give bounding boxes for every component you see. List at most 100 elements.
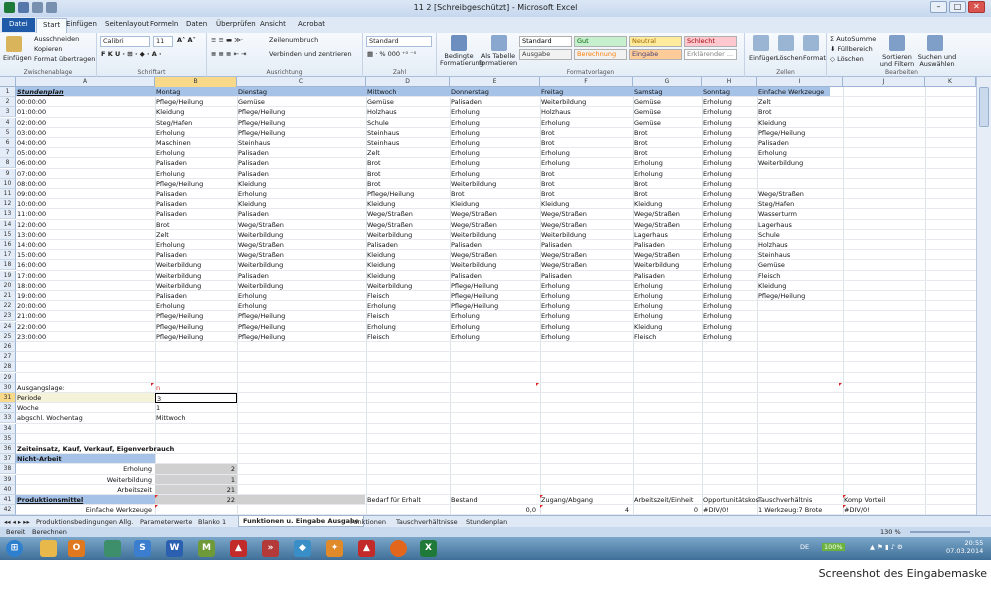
cell-B5[interactable]: Erholung — [155, 128, 237, 138]
cell-J41[interactable]: Komp Vorteil — [843, 495, 943, 505]
row-header-34[interactable]: 34 — [0, 423, 16, 434]
cell-D23[interactable]: Fleisch — [366, 311, 450, 321]
cell-A33[interactable]: abgschl. Wochentag — [16, 413, 155, 423]
cell-B10[interactable]: Pflege/Heilung — [155, 179, 237, 189]
cell-H14[interactable]: Erholung — [702, 220, 757, 230]
cell-G1[interactable]: Samstag — [633, 87, 702, 97]
cell-D8[interactable]: Brot — [366, 158, 450, 168]
cell-E13[interactable]: Wege/Straßen — [450, 209, 540, 219]
cell-B23[interactable]: Pflege/Heilung — [155, 311, 237, 321]
cell-B32[interactable]: 1 — [155, 403, 237, 413]
cell-D20[interactable]: Weiterbildung — [366, 281, 450, 291]
cell-D25[interactable]: Fleisch — [366, 332, 450, 342]
cell-B31[interactable]: 3 — [155, 393, 237, 403]
cell-D4[interactable]: Schule — [366, 118, 450, 128]
cell-E1[interactable]: Donnerstag — [450, 87, 540, 97]
cell-G2[interactable]: Gemüse — [633, 97, 702, 107]
cell-C5[interactable]: Pflege/Heilung — [237, 128, 366, 138]
cell-H8[interactable]: Erholung — [702, 158, 757, 168]
cell-A3[interactable]: 01:00:00 — [16, 107, 155, 117]
vertical-scrollbar[interactable] — [976, 77, 991, 515]
font-grow-icon[interactable]: A˄ A˅ — [177, 36, 196, 44]
column-header-I[interactable]: I — [757, 77, 843, 87]
format-button[interactable]: Format — [803, 54, 826, 62]
row-header-28[interactable]: 28 — [0, 362, 16, 373]
cell-H19[interactable]: Erholung — [702, 271, 757, 281]
column-header-A[interactable]: A — [16, 77, 155, 87]
cell-C15[interactable]: Weiterbildung — [237, 230, 366, 240]
row-header-6[interactable]: 6 — [0, 138, 16, 148]
row-header-26[interactable]: 26 — [0, 342, 16, 352]
cell-A40[interactable]: Arbeitszeit — [16, 485, 155, 495]
cell-style-3[interactable]: Schlecht — [684, 36, 737, 47]
row-header-7[interactable]: 7 — [0, 148, 16, 159]
cell-C6[interactable]: Steinhaus — [237, 138, 366, 148]
cell-C21[interactable]: Erholung — [237, 291, 366, 301]
row-header-11[interactable]: 11 — [0, 189, 16, 199]
format-as-table-button[interactable]: Als Tabelle formatieren — [479, 53, 517, 67]
cell-A4[interactable]: 02:00:00 — [16, 118, 155, 128]
mindmanager-icon[interactable]: M — [198, 540, 215, 557]
worksheet-grid[interactable]: 1 Stundenplan Montag Dienstag Mittwoch Donner… — [0, 87, 976, 515]
cell-G22[interactable]: Erholung — [633, 301, 702, 311]
cell-E12[interactable]: Kleidung — [450, 199, 540, 209]
cell-I16[interactable]: Holzhaus — [757, 240, 843, 250]
cell-A18[interactable]: 16:00:00 — [16, 260, 155, 270]
cell-G15[interactable]: Lagerhaus — [633, 230, 702, 240]
cell-F20[interactable]: Erholung — [540, 281, 633, 291]
cell-E22[interactable]: Pflege/Heilung — [450, 301, 540, 311]
cell-B30[interactable]: n — [155, 383, 237, 393]
excel-taskbar-icon[interactable]: X — [420, 540, 437, 557]
cell-I1[interactable]: Einfache Werkzeuge — [757, 87, 976, 97]
cell-H16[interactable]: Erholung — [702, 240, 757, 250]
table-format-icon[interactable] — [491, 35, 507, 51]
cell-H21[interactable]: Erholung — [702, 291, 757, 301]
sheet-tab-5[interactable]: Tauschverhältnisse — [396, 518, 458, 526]
cell-D5[interactable]: Steinhaus — [366, 128, 450, 138]
cell-A31[interactable]: Periode — [16, 393, 155, 403]
cell-G3[interactable]: Gemüse — [633, 107, 702, 117]
row-header-42[interactable]: 42 — [0, 505, 16, 515]
cell-E15[interactable]: Weiterbildung — [450, 230, 540, 240]
cell-B8[interactable]: Palisaden — [155, 158, 237, 168]
find-select-button[interactable]: Suchen und Auswählen — [917, 54, 957, 68]
cell-C1[interactable]: Dienstag — [237, 87, 366, 97]
battery-indicator[interactable]: 100% — [822, 543, 845, 551]
cell-D19[interactable]: Kleidung — [366, 271, 450, 281]
cell-G11[interactable]: Brot — [633, 189, 702, 199]
paste-icon[interactable] — [6, 36, 22, 52]
cell-G19[interactable]: Palisaden — [633, 271, 702, 281]
cell-G20[interactable]: Erholung — [633, 281, 702, 291]
cell-B33[interactable]: Mittwoch — [155, 413, 237, 423]
cell-A15[interactable]: 13:00:00 — [16, 230, 155, 240]
cell-B1[interactable]: Montag — [155, 87, 237, 97]
cell-J42[interactable]: #DIV/0! — [843, 505, 925, 515]
cell-E42[interactable]: 0,0 — [450, 505, 540, 515]
cell-B17[interactable]: Palisaden — [155, 250, 237, 260]
cell-H15[interactable]: Erholung — [702, 230, 757, 240]
cell-G5[interactable]: Brot — [633, 128, 702, 138]
cell-E16[interactable]: Palisaden — [450, 240, 540, 250]
cell-C24[interactable]: Pflege/Heilung — [237, 322, 366, 332]
delete-cells-icon[interactable] — [778, 35, 794, 51]
cell-D11[interactable]: Pflege/Heilung — [366, 189, 450, 199]
cell-H22[interactable]: Erholung — [702, 301, 757, 311]
cell-H10[interactable]: Erholung — [702, 179, 757, 189]
cell-F24[interactable]: Erholung — [540, 322, 633, 332]
cell-B2[interactable]: Pflege/Heilung — [155, 97, 237, 107]
row-header-1[interactable]: 1 — [0, 87, 16, 97]
cell-E5[interactable]: Erholung — [450, 128, 540, 138]
cell-I15[interactable]: Schule — [757, 230, 843, 240]
row-header-31[interactable]: 31 — [0, 393, 16, 403]
cell-B22[interactable]: Erholung — [155, 301, 237, 311]
cell-A32[interactable]: Woche — [16, 403, 155, 413]
tray-icons[interactable]: ▲ ⚑ ▮ ♪ ⚙ — [870, 543, 903, 551]
cell-F18[interactable]: Wege/Straßen — [540, 260, 633, 270]
column-header-D[interactable]: D — [366, 77, 450, 87]
cell-A2[interactable]: 00:00:00 — [16, 97, 155, 107]
cell-G21[interactable]: Erholung — [633, 291, 702, 301]
tab-6[interactable]: Überprüfen — [216, 20, 256, 28]
cell-H12[interactable]: Erholung — [702, 199, 757, 209]
cell-G12[interactable]: Kleidung — [633, 199, 702, 209]
row-header-32[interactable]: 32 — [0, 403, 16, 414]
